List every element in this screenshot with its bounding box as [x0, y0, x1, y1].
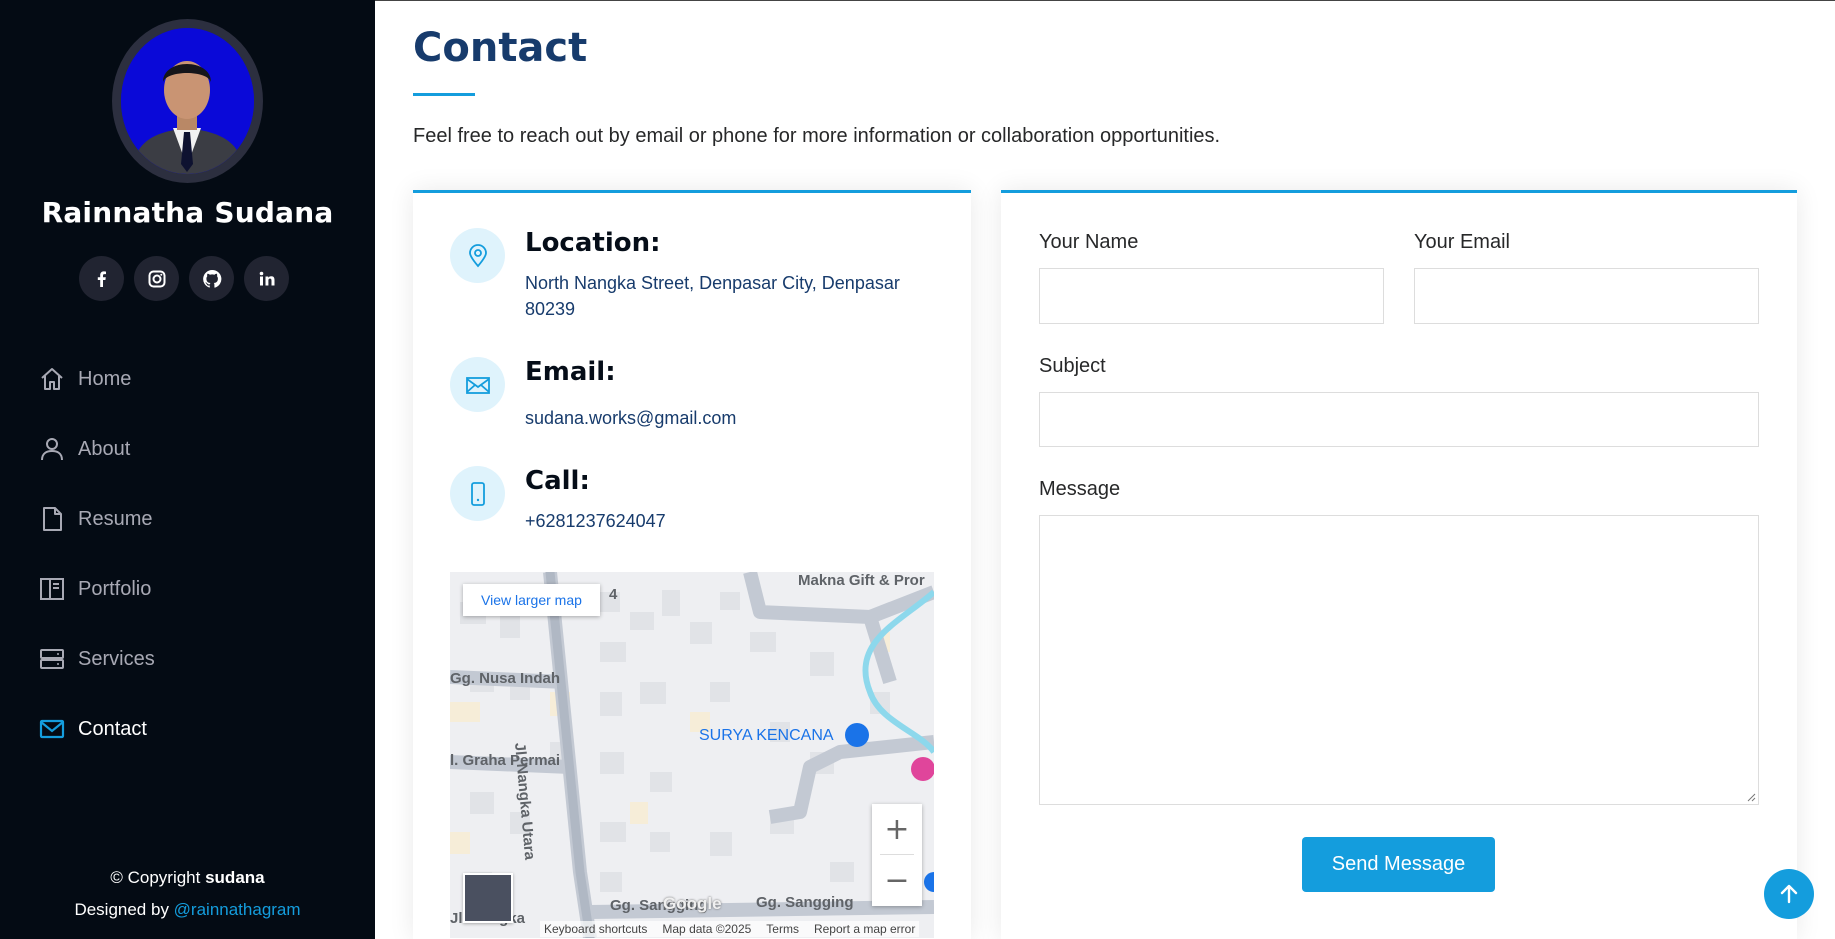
- map-label: 4: [609, 586, 618, 603]
- location-text: North Nangka Street, Denpasar City, Denp…: [525, 273, 900, 319]
- arrow-up-icon: [1780, 884, 1798, 904]
- facebook-icon[interactable]: [79, 256, 124, 301]
- sidebar-nav: Home About Resume Portfolio Services Con…: [38, 344, 155, 764]
- nav-label: Services: [78, 647, 155, 670]
- page-title: Contact: [413, 25, 588, 71]
- envelope-icon: [38, 715, 66, 743]
- designed-prefix: Designed by: [74, 900, 174, 919]
- report-error-link[interactable]: Report a map error: [814, 922, 915, 936]
- title-underline: [413, 93, 475, 96]
- file-icon: [38, 505, 66, 533]
- copyright-prefix: © Copyright: [110, 868, 206, 887]
- designer-link[interactable]: @rainnathagram: [174, 900, 301, 919]
- contact-info-card: Location: North Nangka Street, Denpasar …: [413, 190, 971, 939]
- contact-form: Your Name Your Email Subject Message Sen…: [1001, 190, 1797, 939]
- intro-text: Feel free to reach out by email or phone…: [413, 125, 1221, 147]
- map-label: SURYA KENCANA: [699, 727, 834, 744]
- email-text[interactable]: sudana.works@gmail.com: [525, 405, 945, 431]
- profile-name: Rainnatha Sudana: [41, 196, 334, 229]
- email-input[interactable]: [1414, 268, 1759, 324]
- keyboard-shortcuts-link[interactable]: Keyboard shortcuts: [544, 922, 647, 936]
- message-label: Message: [1039, 478, 1121, 500]
- google-logo: Google: [663, 894, 722, 913]
- embedded-map[interactable]: Makna Gift & Pror 4 Gg. Nusa Indah l. Gr…: [450, 572, 934, 938]
- call-heading: Call:: [525, 466, 590, 496]
- map-zoom-controls: + −: [872, 804, 922, 906]
- sidebar-footer: © Copyright sudana Designed by @rainnath…: [0, 862, 375, 926]
- copyright: © Copyright sudana: [0, 862, 375, 894]
- satellite-toggle[interactable]: [463, 873, 513, 923]
- social-links: [79, 256, 289, 301]
- map-label: l. Graha Permai: [450, 752, 561, 769]
- server-icon: [38, 645, 66, 673]
- name-input[interactable]: [1039, 268, 1384, 324]
- back-to-top-button[interactable]: [1764, 869, 1814, 919]
- zoom-out-button[interactable]: −: [872, 855, 922, 906]
- github-icon[interactable]: [189, 256, 234, 301]
- email-label: Your Email: [1414, 231, 1510, 253]
- sidebar: Rainnatha Sudana Home About Resume Portf…: [0, 0, 375, 939]
- location-heading: Location:: [525, 228, 661, 258]
- linkedin-icon[interactable]: [244, 256, 289, 301]
- name-label: Your Name: [1039, 231, 1139, 253]
- envelope-icon: [450, 357, 505, 412]
- nav-label: Contact: [78, 717, 147, 740]
- nav-label: Resume: [78, 507, 153, 530]
- subject-label: Subject: [1039, 355, 1106, 377]
- nav-label: Portfolio: [78, 577, 152, 600]
- map-attribution: Keyboard shortcuts Map data ©2025 Terms …: [540, 921, 920, 937]
- nav-item-portfolio[interactable]: Portfolio: [38, 554, 155, 624]
- email-heading: Email:: [525, 357, 616, 387]
- book-icon: [38, 575, 66, 603]
- nav-item-services[interactable]: Services: [38, 624, 155, 694]
- terms-link[interactable]: Terms: [766, 922, 799, 936]
- nav-item-about[interactable]: About: [38, 414, 155, 484]
- call-text[interactable]: +6281237624047: [525, 508, 945, 534]
- nav-item-home[interactable]: Home: [38, 344, 155, 414]
- map-data-text: Map data ©2025: [662, 922, 752, 936]
- nav-label: About: [78, 437, 131, 460]
- phone-icon: [450, 466, 505, 521]
- message-textarea[interactable]: [1039, 515, 1759, 805]
- zoom-in-button[interactable]: +: [872, 804, 922, 855]
- zoom-divider: [880, 854, 914, 855]
- nav-label: Home: [78, 367, 132, 390]
- main-content: Contact Feel free to reach out by email …: [375, 0, 1835, 939]
- send-message-button[interactable]: Send Message: [1302, 837, 1495, 892]
- map-label: Makna Gift & Pror: [798, 572, 925, 589]
- nav-item-resume[interactable]: Resume: [38, 484, 155, 554]
- nav-item-contact[interactable]: Contact: [38, 694, 155, 764]
- person-icon: [38, 435, 66, 463]
- copyright-name: sudana: [205, 868, 265, 887]
- instagram-icon[interactable]: [134, 256, 179, 301]
- resize-handle-icon[interactable]: [1746, 792, 1756, 802]
- map-label: Gg. Sangging: [756, 894, 854, 911]
- map-label: Gg. Nusa Indah: [450, 670, 561, 687]
- designed-by: Designed by @rainnathagram: [0, 894, 375, 926]
- view-larger-map-button[interactable]: View larger map: [463, 584, 600, 616]
- home-icon: [38, 365, 66, 393]
- map-pin-icon: [450, 228, 505, 283]
- subject-input[interactable]: [1039, 392, 1759, 447]
- avatar: [112, 19, 263, 183]
